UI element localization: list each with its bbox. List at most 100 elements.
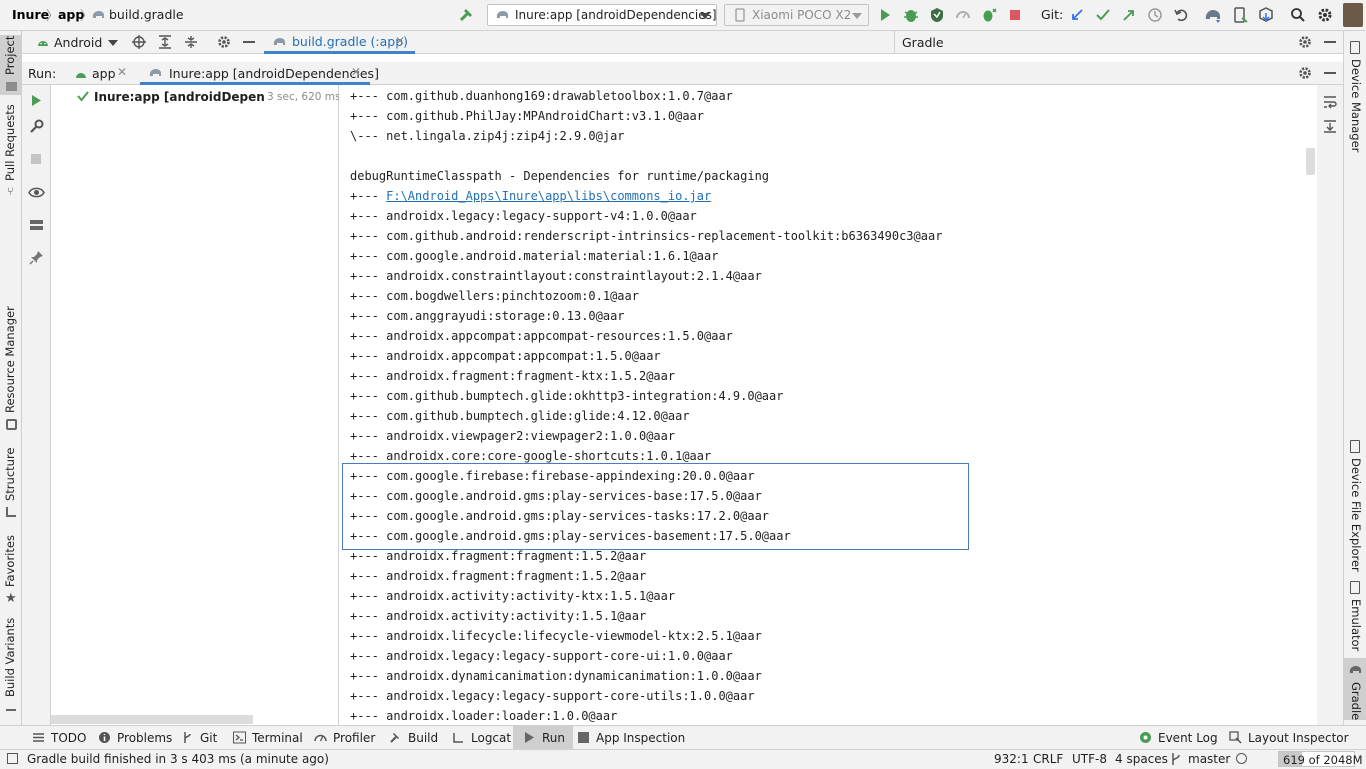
tool-tab-run[interactable]: Run [513, 726, 574, 750]
stripe-tab-resource-manager[interactable]: Resource Manager [0, 306, 22, 435]
tree-horizontal-scrollbar[interactable] [51, 715, 253, 724]
profile-icon[interactable] [954, 6, 972, 24]
run-tab-android-dependencies[interactable]: Inure:app [androidDependencies] ✕ [140, 62, 379, 85]
console-line-text: +--- com.github.bumptech.glide:okhttp3-i… [350, 389, 784, 403]
locate-icon[interactable] [131, 34, 147, 50]
breadcrumb-project[interactable]: Inure [12, 7, 49, 22]
run-side-toolbar [22, 85, 51, 725]
lock-icon[interactable] [1236, 753, 1247, 764]
console-line-text: +--- [350, 189, 387, 203]
tool-tab-todo[interactable]: TODO [32, 726, 86, 750]
navigation-bar: Inure 〉 app 〉 build.gradle Inure:app [an… [0, 0, 1366, 31]
git-branch[interactable]: master [1188, 750, 1230, 768]
tree-item-android-dependencies[interactable]: Inure:app [androidDependencies] 3 sec, 6… [76, 89, 340, 107]
console-output[interactable]: +--- com.github.duanhong169:drawabletool… [339, 85, 1317, 725]
tool-tab-logcat[interactable]: Logcat [452, 726, 511, 750]
layout-icon[interactable] [28, 217, 45, 234]
device-manager-icon[interactable] [1231, 6, 1249, 24]
jar-file-link[interactable]: F:\Android_Apps\Inure\app\libs\commons_i… [386, 189, 711, 203]
selection-highlight-box [342, 463, 969, 550]
tool-tab-build[interactable]: Build [389, 726, 438, 750]
eye-icon[interactable] [28, 184, 45, 201]
wrench-icon[interactable] [28, 118, 45, 135]
console-line-text: +--- androidx.activity:activity:1.5.1@aa… [350, 609, 647, 623]
debug-icon[interactable] [902, 6, 920, 24]
project-view-select[interactable]: Android [54, 35, 102, 50]
folder-icon [6, 82, 17, 91]
rollback-icon[interactable] [1172, 6, 1190, 24]
stripe-tab-build-variants[interactable]: Build Variants [0, 618, 22, 719]
avatar[interactable] [1343, 3, 1363, 27]
git-commit-icon[interactable] [1094, 6, 1112, 24]
stripe-tab-gradle[interactable]: Gradle [1344, 658, 1366, 720]
gradle-panel-header: Gradle [894, 31, 1343, 54]
tool-tab-event-log[interactable]: Event Log [1139, 726, 1218, 750]
minimize-icon[interactable] [1324, 41, 1336, 43]
tool-tab-terminal[interactable]: Terminal [233, 726, 303, 750]
console-line: +--- androidx.constraintlayout:constrain… [350, 266, 762, 286]
logcat-icon [452, 731, 465, 744]
rerun-icon[interactable] [28, 92, 45, 109]
git-update-icon[interactable] [1068, 6, 1086, 24]
console-line: +--- com.github.android:renderscript-int… [350, 226, 942, 246]
caret-position[interactable]: 932:1 [994, 750, 1029, 768]
event-log-icon [1139, 731, 1152, 744]
soft-wrap-icon[interactable] [1322, 94, 1338, 110]
bottom-tool-bar: TODO Problems Git Terminal Profiler Buil… [0, 725, 1366, 750]
resource-icon [6, 419, 17, 430]
stripe-tab-structure[interactable]: Structure [0, 448, 22, 523]
hammer-build-icon[interactable] [458, 6, 476, 24]
expand-all-icon[interactable] [157, 34, 173, 50]
chevron-down-icon[interactable] [108, 40, 118, 46]
tool-tab-problems[interactable]: Problems [98, 726, 172, 750]
stripe-tab-project[interactable]: Project [0, 35, 22, 95]
gear-icon[interactable] [216, 34, 232, 50]
run-icon[interactable] [876, 6, 894, 24]
stop-icon[interactable] [28, 151, 45, 168]
sdk-manager-icon[interactable] [1257, 6, 1275, 24]
gradle-elephant-icon [1348, 664, 1362, 676]
device-select[interactable]: Xiaomi POCO X2 [724, 4, 869, 26]
gear-icon[interactable] [1297, 65, 1313, 81]
toggle-toolwindows-icon[interactable] [7, 753, 18, 764]
stripe-tab-favorites[interactable]: Favorites ★ [0, 535, 22, 609]
minimize-icon[interactable] [243, 41, 255, 43]
close-icon[interactable]: ✕ [117, 65, 127, 79]
line-separator[interactable]: CRLF [1033, 750, 1063, 768]
stop-icon[interactable] [1006, 6, 1024, 24]
tool-tab-app-inspection[interactable]: App Inspection [577, 726, 685, 750]
collapse-all-icon[interactable] [183, 34, 199, 50]
run-tab-app[interactable]: app ✕ [72, 62, 132, 85]
gear-icon[interactable] [1297, 34, 1313, 50]
memory-indicator[interactable]: 619 of 2048M [1278, 751, 1363, 767]
gradle-sync-icon[interactable] [1204, 6, 1222, 24]
stripe-tab-device-manager[interactable]: Device Manager [1344, 37, 1366, 152]
search-icon[interactable] [1289, 6, 1307, 24]
status-message[interactable]: Gradle build finished in 3 s 403 ms (a m… [27, 750, 329, 768]
editor-tab-build-gradle[interactable]: build.gradle (:app) ✕ [264, 31, 415, 54]
close-icon[interactable]: ✕ [351, 65, 361, 79]
stripe-tab-pull-requests[interactable]: Pull Requests ⑂ [0, 104, 22, 201]
coverage-icon[interactable] [928, 6, 946, 24]
stripe-tab-emulator[interactable]: Emulator [1344, 577, 1366, 657]
run-configuration-select[interactable]: Inure:app [androidDependencies] [487, 4, 717, 26]
tool-tab-layout-inspector[interactable]: Layout Inspector [1229, 726, 1349, 750]
console-line: +--- F:\Android_Apps\Inure\app\libs\comm… [350, 186, 711, 206]
project-tree-peek [22, 54, 1343, 62]
indent-setting[interactable]: 4 spaces [1115, 750, 1168, 768]
file-encoding[interactable]: UTF-8 [1072, 750, 1107, 768]
stripe-tab-device-file-explorer[interactable]: Device File Explorer [1344, 436, 1366, 572]
close-icon[interactable]: ✕ [395, 34, 405, 48]
pin-icon[interactable] [28, 249, 45, 266]
scroll-to-end-icon[interactable] [1322, 118, 1338, 134]
tool-tab-git[interactable]: Git [181, 726, 217, 750]
tool-tab-profiler[interactable]: Profiler [314, 726, 375, 750]
minimize-icon[interactable] [1324, 72, 1336, 74]
console-scrollbar-thumb[interactable] [1306, 148, 1315, 175]
attach-debugger-icon[interactable] [980, 6, 998, 24]
history-icon[interactable] [1146, 6, 1164, 24]
git-branch-icon [181, 731, 194, 744]
git-push-icon[interactable] [1120, 6, 1138, 24]
breadcrumb-file[interactable]: build.gradle [109, 7, 184, 22]
gear-icon[interactable] [1316, 6, 1334, 24]
